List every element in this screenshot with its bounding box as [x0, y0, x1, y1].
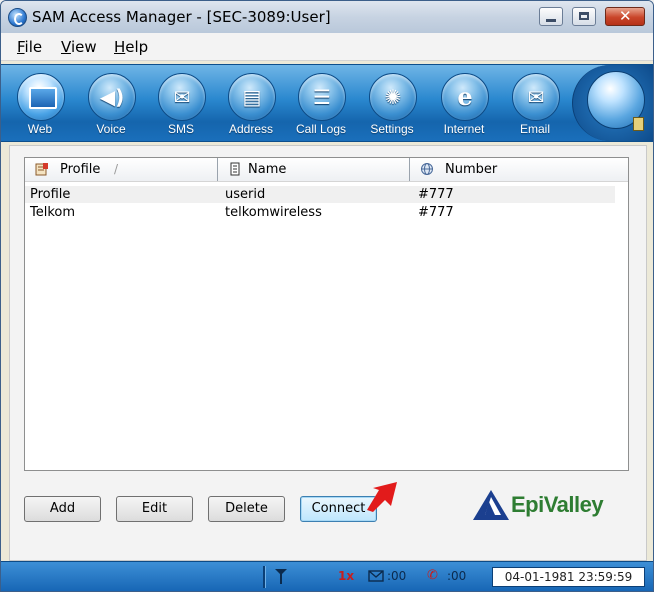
cell-name: telkomwireless — [225, 205, 322, 220]
minimize-button[interactable] — [539, 7, 563, 26]
toolbar-label: Web — [27, 122, 53, 136]
logo-mark-icon — [473, 490, 509, 520]
toolbar-address-button[interactable]: ▤ Address — [216, 65, 286, 141]
device-orb[interactable] — [572, 65, 653, 141]
toolbar-label: Internet — [443, 122, 485, 136]
profile-icon — [35, 163, 48, 176]
add-button[interactable]: Add — [24, 496, 101, 522]
envelope-icon: ✉ — [158, 73, 206, 121]
cell-profile: Telkom — [30, 205, 76, 220]
toolbar-label: Call Logs — [295, 122, 347, 136]
cell-number: #777 — [418, 187, 454, 202]
call-count: :00 — [447, 569, 467, 583]
app-icon — [8, 8, 27, 27]
web-icon — [17, 73, 65, 121]
network-type-label: 1x — [338, 569, 355, 583]
toolbar-label: SMS — [167, 122, 194, 136]
column-header-name[interactable]: Name — [218, 158, 410, 181]
main-toolbar: Web ◀) Voice ✉ SMS ▤ Address ☰ Call Logs… — [1, 64, 653, 142]
maximize-icon — [579, 12, 589, 20]
toolbar-label: Voice — [96, 122, 126, 136]
list-item[interactable]: Profile userid #777 — [25, 186, 615, 203]
toolbar-label: Settings — [370, 122, 414, 136]
toolbar-settings-button[interactable]: ✺ Settings — [357, 65, 427, 141]
name-icon — [230, 162, 240, 176]
cell-number: #777 — [418, 205, 454, 220]
window-title: SAM Access Manager - [SEC-3089:User] — [32, 8, 331, 26]
profile-list[interactable]: Profile / Name Number Profile userid #77… — [24, 157, 629, 471]
toolbar-call-logs-button[interactable]: ☰ Call Logs — [286, 65, 356, 141]
address-book-icon: ▤ — [228, 73, 276, 121]
close-button[interactable]: ✕ — [605, 7, 645, 26]
sms-count: :00 — [387, 569, 407, 583]
list-item[interactable]: Telkom telkomwireless #777 — [25, 204, 615, 221]
close-icon: ✕ — [619, 7, 632, 25]
toolbar-sms-button[interactable]: ✉ SMS — [146, 65, 216, 141]
epivalley-logo: EpiValley — [471, 486, 636, 526]
menu-view[interactable]: View — [61, 38, 97, 56]
email-icon: ✉ — [512, 73, 560, 121]
cell-profile: Profile — [30, 187, 71, 202]
maximize-button[interactable] — [572, 7, 596, 26]
profile-panel: Profile / Name Number Profile userid #77… — [9, 145, 647, 561]
call-icon: ✆ — [427, 568, 438, 583]
speaker-icon: ◀) — [88, 73, 136, 121]
column-header-profile[interactable]: Profile / — [25, 158, 218, 181]
sms-envelope-icon — [368, 570, 384, 582]
sim-card-icon — [633, 117, 644, 131]
edit-button[interactable]: Edit — [116, 496, 193, 522]
toolbar-email-button[interactable]: ✉ Email — [500, 65, 570, 141]
signal-antenna-icon — [275, 569, 287, 584]
pointer-arrow-icon — [367, 482, 397, 512]
menu-file[interactable]: File — [17, 38, 42, 56]
cell-name: userid — [225, 187, 266, 202]
minimize-icon — [546, 19, 556, 22]
list-header: Profile / Name Number — [25, 158, 628, 182]
toolbar-web-button[interactable]: Web — [5, 65, 75, 141]
status-bar: 1x :00 ✆ :00 04-01-1981 23:59:59 — [1, 561, 653, 591]
toolbar-internet-button[interactable]: e Internet — [429, 65, 499, 141]
call-logs-icon: ☰ — [298, 73, 346, 121]
title-bar[interactable]: SAM Access Manager - [SEC-3089:User] ✕ — [1, 1, 653, 34]
sort-indicator-icon: / — [114, 162, 119, 176]
delete-button[interactable]: Delete — [208, 496, 285, 522]
app-window: SAM Access Manager - [SEC-3089:User] ✕ F… — [0, 0, 654, 592]
globe-icon — [421, 163, 433, 175]
date-time-display: 04-01-1981 23:59:59 — [492, 567, 645, 587]
toolbar-voice-button[interactable]: ◀) Voice — [76, 65, 146, 141]
menu-help[interactable]: Help — [114, 38, 148, 56]
toolbar-label: Email — [519, 122, 550, 136]
column-header-number[interactable]: Number — [410, 158, 628, 181]
toolbar-label: Address — [228, 122, 274, 136]
gear-icon: ✺ — [369, 73, 417, 121]
internet-explorer-icon: e — [441, 73, 489, 121]
menu-bar: File View Help — [1, 33, 653, 61]
